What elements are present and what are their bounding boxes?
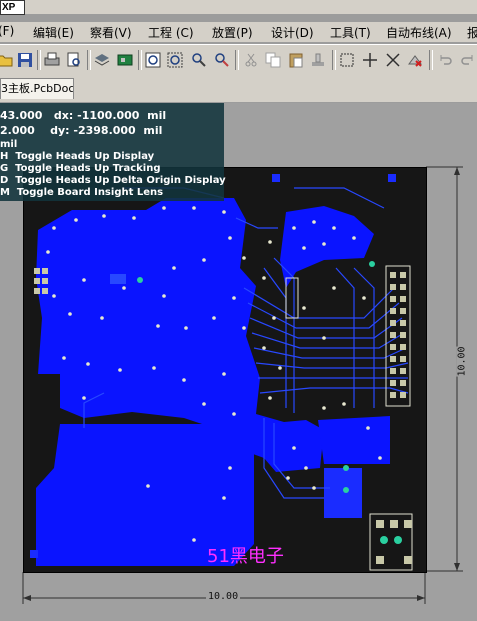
- pcb-board[interactable]: [23, 167, 427, 573]
- copper-pour-right-lower: [324, 468, 362, 518]
- heads-up-display: 43.000 dx: -1100.000 mil 2.000 dy: -2398…: [0, 103, 226, 201]
- hud-shortcut-insight-lens: M Toggle Board Insight Lens: [0, 187, 164, 198]
- dimension-height-label: 10.00: [456, 346, 468, 377]
- hud-units: mil: [0, 139, 18, 150]
- hud-coordinate-x: 43.000 dx: -1100.000 mil: [0, 109, 167, 122]
- hud-shortcut-delta-origin: D Toggle Heads Up Delta Origin Display: [0, 175, 226, 186]
- hud-shortcut-heads-up-tracking: G Toggle Heads Up Tracking: [0, 163, 161, 174]
- pcb-artwork: [30, 174, 413, 571]
- hud-shortcut-heads-up-display: H Toggle Heads Up Display: [0, 151, 155, 162]
- copper-pour-top-right: [280, 206, 374, 288]
- pad-row: [110, 274, 126, 284]
- dimension-width-label: 10.00: [206, 591, 241, 602]
- brand-watermark: 51黑电子: [207, 546, 284, 567]
- hud-coordinate-y: 2.000 dy: -2398.000 mil: [0, 124, 163, 137]
